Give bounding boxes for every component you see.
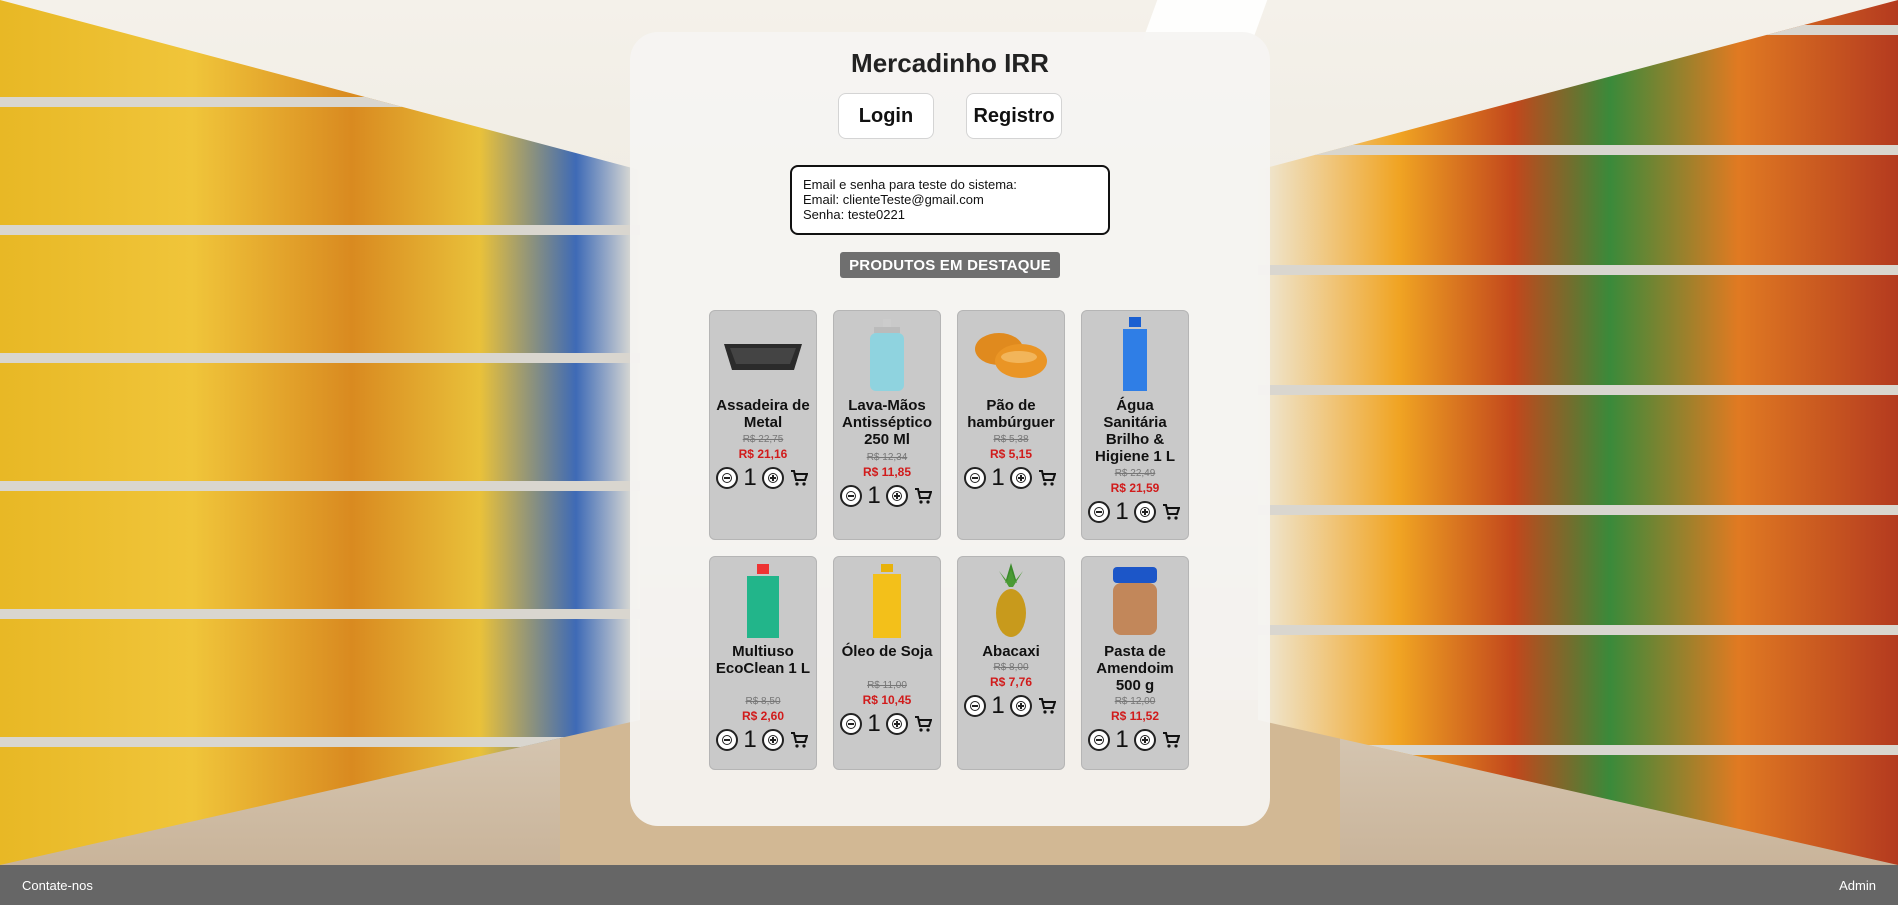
product-name: Óleo de Soja [841,643,933,660]
product-old-price: R$ 22,75 [742,434,784,445]
product-quantity: 1 [1115,726,1129,753]
product-card: Lava-Mãos Antisséptico 250 Ml R$ 12,34 R… [833,310,941,540]
product-name: Lava-Mãos Antisséptico 250 Ml [841,397,932,448]
product-price: R$ 11,85 [862,465,912,479]
cart-icon[interactable] [1036,467,1058,489]
decrease-quantity-button[interactable] [716,729,738,751]
cart-icon[interactable] [788,729,810,751]
increase-quantity-button[interactable] [886,713,908,735]
product-old-price: R$ 5,38 [993,434,1029,445]
decrease-quantity-button[interactable] [716,467,738,489]
decrease-quantity-button[interactable] [840,713,862,735]
product-card: Abacaxi R$ 8,00 R$ 7,76 1 [957,556,1065,770]
product-old-price: R$ 11,00 [867,680,907,691]
test-password-line: Senha: teste0221 [803,207,905,222]
login-button[interactable]: Login [838,93,934,139]
product-name: Água Sanitária Brilho & Higiene 1 L [1094,397,1176,465]
product-quantity: 1 [991,464,1005,491]
product-old-price: R$ 22,49 [1114,468,1156,479]
right-shelves [1258,0,1898,865]
cart-icon[interactable] [1160,501,1182,523]
increase-quantity-button[interactable] [1134,729,1156,751]
product-quantity: 1 [743,464,757,491]
decrease-quantity-button[interactable] [1088,729,1110,751]
product-quantity: 1 [867,482,881,509]
product-name: Pão de hambúrguer [967,397,1055,431]
peanut-butter-jar-icon [1082,561,1188,641]
cart-icon[interactable] [1160,729,1182,751]
bleach-bottle-icon [1082,315,1188,395]
register-button[interactable]: Registro [966,93,1062,139]
featured-products-heading: PRODUTOS EM DESTAQUE [840,252,1060,278]
product-quantity: 1 [867,710,881,737]
increase-quantity-button[interactable] [886,485,908,507]
product-name: Abacaxi [982,643,1040,660]
product-old-price: R$ 8,50 [745,696,781,707]
product-price: R$ 10,45 [862,693,912,707]
test-credentials-box: Email e senha para teste do sistema: Ema… [790,165,1110,235]
product-card: Pão de hambúrguer R$ 5,38 R$ 5,15 1 [957,310,1065,540]
product-old-price: R$ 12,00 [1114,696,1156,707]
cart-icon[interactable] [1036,695,1058,717]
bread-icon [958,315,1064,395]
increase-quantity-button[interactable] [762,729,784,751]
baking-tray-icon [710,315,816,395]
product-price: R$ 21,16 [738,447,788,461]
cart-icon[interactable] [912,485,934,507]
product-card: Óleo de Soja R$ 11,00 R$ 10,45 1 [833,556,941,770]
increase-quantity-button[interactable] [762,467,784,489]
increase-quantity-button[interactable] [1010,467,1032,489]
product-quantity: 1 [743,726,757,753]
left-shelves [0,0,640,865]
product-card: Multiuso EcoClean 1 L R$ 8,50 R$ 2,60 1 [709,556,817,770]
cart-icon[interactable] [788,467,810,489]
product-old-price: R$ 8,00 [993,662,1029,673]
test-email-line: Email: clienteTeste@gmail.com [803,192,984,207]
product-name: Multiuso EcoClean 1 L [715,643,811,677]
product-name: Assadeira de Metal [716,397,810,431]
product-name: Pasta de Amendoim 500 g [1096,643,1174,694]
product-price: R$ 5,15 [989,447,1033,461]
decrease-quantity-button[interactable] [964,467,986,489]
admin-link[interactable]: Admin [1839,878,1876,893]
store-title: Mercadinho IRR [851,48,1049,78]
decrease-quantity-button[interactable] [840,485,862,507]
cart-icon[interactable] [912,713,934,735]
product-price: R$ 21,59 [1110,481,1160,495]
cleaner-bottle-icon [710,561,816,641]
product-price: R$ 11,52 [1110,709,1160,723]
product-card: Água Sanitária Brilho & Higiene 1 L R$ 2… [1081,310,1189,540]
product-price: R$ 7,76 [989,675,1033,689]
soap-bottle-icon [834,315,940,395]
product-card: Assadeira de Metal R$ 22,75 R$ 21,16 1 [709,310,817,540]
product-quantity: 1 [1115,498,1129,525]
product-price: R$ 2,60 [741,709,785,723]
increase-quantity-button[interactable] [1134,501,1156,523]
decrease-quantity-button[interactable] [964,695,986,717]
test-info-line: Email e senha para teste do sistema: [803,177,1017,192]
footer: Contate-nos Admin [0,865,1898,905]
increase-quantity-button[interactable] [1010,695,1032,717]
pineapple-icon [958,561,1064,641]
contact-link[interactable]: Contate-nos [22,878,93,893]
product-old-price: R$ 12,34 [866,452,908,463]
decrease-quantity-button[interactable] [1088,501,1110,523]
product-card: Pasta de Amendoim 500 g R$ 12,00 R$ 11,5… [1081,556,1189,770]
main-panel: Mercadinho IRR Login Registro Email e se… [630,32,1270,826]
product-quantity: 1 [991,692,1005,719]
oil-bottle-icon [834,561,940,641]
